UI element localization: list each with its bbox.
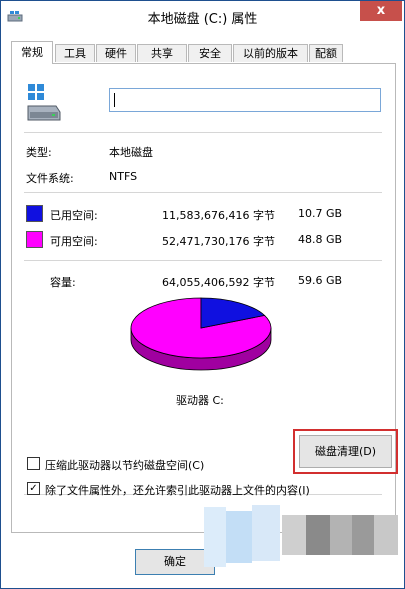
filesystem-label: 文件系统: [26, 172, 74, 185]
compress-checkbox[interactable] [27, 457, 40, 470]
drive-label: 驱动器 C: [176, 394, 224, 407]
free-space-gb: 48.8 GB [298, 233, 343, 246]
used-space-label: 已用空间: [50, 209, 98, 222]
disk-usage-pie-chart [130, 297, 272, 371]
capacity-label: 容量: [50, 276, 76, 289]
capacity-bytes: 64,055,406,592 字节 [162, 276, 275, 289]
volume-name-input[interactable] [109, 88, 381, 112]
capacity-gb: 59.6 GB [298, 274, 343, 287]
title-bar: 本地磁盘 (C:) 属性 x [1, 1, 404, 31]
text-caret [114, 93, 115, 107]
tab-general[interactable]: 常规 [11, 41, 53, 64]
index-label[interactable]: 除了文件属性外，还允许索引此驱动器上文件的内容(I) [45, 482, 310, 498]
filesystem-value: NTFS [109, 170, 138, 183]
tab-quota[interactable]: 配额 [309, 44, 343, 62]
hard-drive-icon [27, 84, 61, 121]
used-space-swatch [26, 205, 43, 222]
compress-label[interactable]: 压缩此驱动器以节约磁盘空间(C) [45, 457, 204, 473]
tab-previous-versions[interactable]: 以前的版本 [233, 44, 308, 62]
free-space-swatch [26, 231, 43, 248]
divider [24, 192, 382, 193]
divider [24, 260, 382, 261]
used-space-bytes: 11,583,676,416 字节 [162, 209, 275, 222]
tab-bar: 常规 工具 硬件 共享 安全 以前的版本 配额 [11, 41, 396, 64]
free-space-bytes: 52,471,730,176 字节 [162, 235, 275, 248]
index-checkbox[interactable]: ✓ [27, 482, 40, 495]
disk-cleanup-button[interactable]: 磁盘清理(D) [299, 435, 392, 468]
close-icon: x [376, 3, 386, 18]
tab-tools[interactable]: 工具 [55, 44, 95, 62]
tab-hardware[interactable]: 硬件 [96, 44, 136, 62]
blurred-watermark [196, 501, 405, 576]
divider [24, 132, 382, 133]
tab-security[interactable]: 安全 [188, 44, 232, 62]
type-label: 类型: [26, 146, 52, 159]
free-space-label: 可用空间: [50, 235, 98, 248]
close-button[interactable]: x [360, 1, 402, 21]
tab-sharing[interactable]: 共享 [137, 44, 187, 62]
type-value: 本地磁盘 [109, 146, 153, 159]
window-title: 本地磁盘 (C:) 属性 [147, 12, 258, 27]
used-space-gb: 10.7 GB [298, 207, 343, 220]
properties-window: 本地磁盘 (C:) 属性 x 常规 工具 硬件 共享 安全 以前的版本 配额 类… [0, 0, 405, 589]
